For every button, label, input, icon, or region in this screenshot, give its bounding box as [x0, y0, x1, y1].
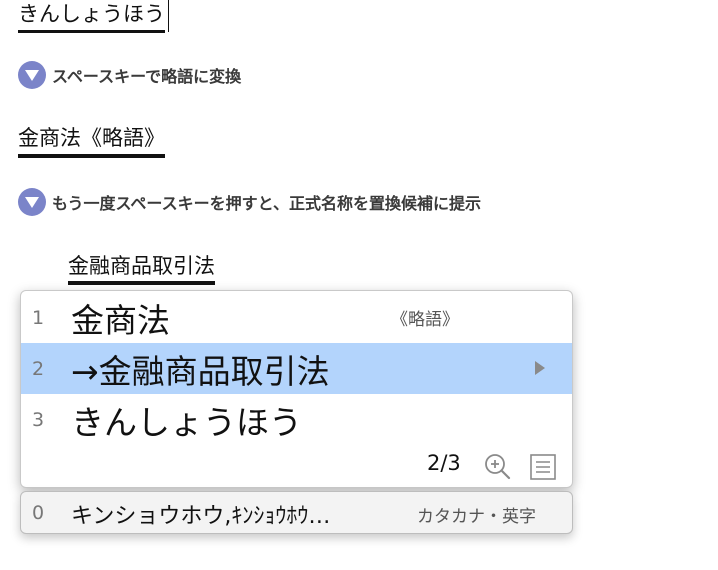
step-label-2: もう一度スペースキーを押すと、正式名称を置換候補に提示 — [52, 194, 481, 213]
text-caret — [168, 0, 169, 32]
converted-abbreviation[interactable]: 金商法《略語》 — [18, 124, 165, 158]
zoom-in-icon[interactable] — [484, 453, 511, 480]
candidate-text: 金商法 — [71, 300, 170, 340]
candidate-text: →金融商品取引法 — [71, 351, 330, 391]
down-arrow-icon — [18, 61, 46, 89]
input-composition[interactable]: きんしょうほう — [18, 0, 169, 34]
step-label-1: スペースキーで略語に変換 — [52, 67, 242, 86]
candidate-text: きんしょうほう — [71, 402, 302, 442]
candidate-number: 1 — [32, 306, 45, 329]
step-instruction-1: スペースキーで略語に変換 — [18, 60, 241, 90]
candidate-item[interactable]: 3 きんしょうほう — [21, 394, 572, 445]
step-instruction-2: もう一度スペースキーを押すと、正式名称を置換候補に提示 — [18, 187, 481, 217]
candidate-footer: 2/3 — [21, 447, 572, 487]
candidate-number: 3 — [32, 408, 45, 431]
candidate-annotation: 《略語》 — [391, 310, 459, 330]
candidate-number: 2 — [32, 357, 45, 380]
page-indicator: 2/3 — [427, 451, 461, 475]
candidate-number: 0 — [32, 502, 45, 524]
katakana-text: キンショウホウ,ｷﾝｼｮｳﾎｳ… — [71, 504, 331, 529]
candidate-item-selected[interactable]: 2 →金融商品取引法 — [21, 343, 572, 394]
submenu-arrow-icon[interactable] — [535, 361, 545, 375]
candidate-window: 1 金商法 《略語》 2 →金融商品取引法 3 きんしょうほう 2/3 — [20, 290, 573, 488]
typed-reading: きんしょうほう — [18, 0, 165, 33]
candidate-item[interactable]: 1 金商法 《略語》 — [21, 292, 572, 343]
reconverted-full-name[interactable]: 金融商品取引法 — [68, 253, 215, 285]
katakana-candidate-bar[interactable]: 0 キンショウホウ,ｷﾝｼｮｳﾎｳ… カタカナ・英字 — [20, 491, 573, 534]
down-arrow-icon — [18, 188, 46, 216]
katakana-annotation: カタカナ・英字 — [417, 507, 536, 527]
candidate-list-icon[interactable] — [530, 454, 556, 480]
